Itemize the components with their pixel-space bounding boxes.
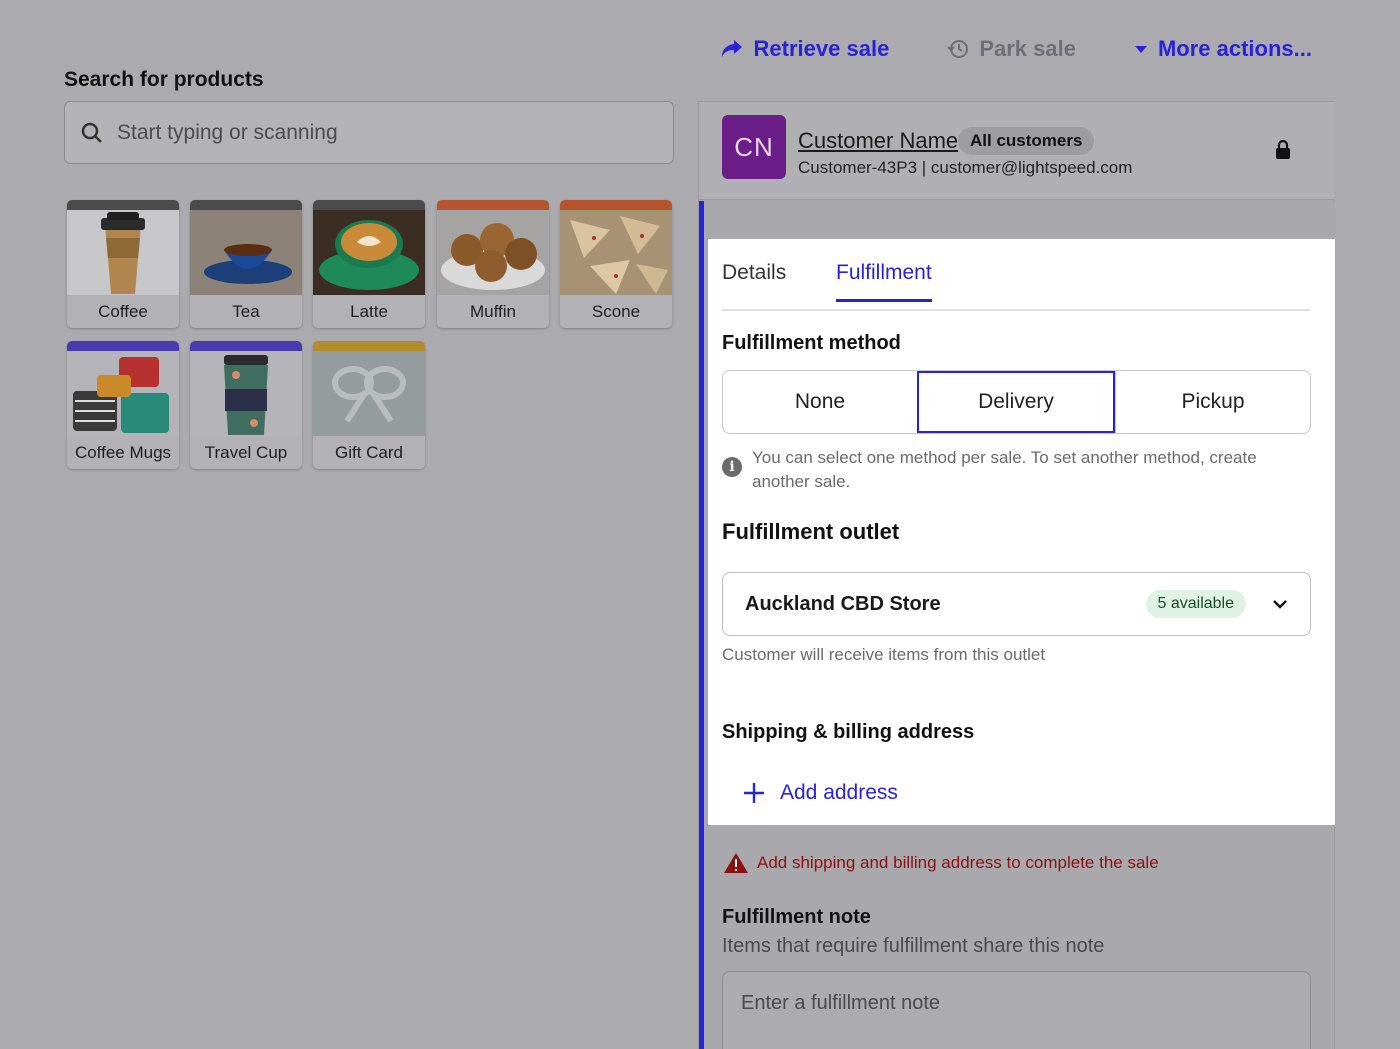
search-label: Search for products — [64, 68, 264, 91]
customer-group-badge: All customers — [958, 127, 1095, 155]
fulfillment-card: Details Fulfillment Fulfillment method N… — [708, 239, 1335, 825]
tile-stripe — [313, 200, 425, 210]
coffee-cup-icon — [67, 210, 179, 295]
divider-strip — [704, 201, 1335, 239]
tab-fulfillment[interactable]: Fulfillment — [836, 261, 932, 302]
retrieve-sale-label: Retrieve sale — [753, 36, 890, 61]
plus-icon — [744, 783, 764, 803]
gift-bow-icon — [313, 351, 425, 436]
mugs-icon — [67, 351, 179, 436]
outlet-select[interactable]: Auckland CBD Store 5 available — [722, 572, 1311, 636]
search-icon — [81, 122, 102, 143]
sale-panel: CN Customer Name All customers Customer-… — [698, 101, 1335, 1049]
tile-stripe — [313, 341, 425, 351]
method-pickup-button[interactable]: Pickup — [1115, 371, 1310, 433]
tab-bar: Details Fulfillment — [722, 261, 1310, 311]
info-icon: i — [722, 457, 742, 477]
product-tile-travel-cup[interactable]: Travel Cup — [190, 341, 302, 469]
warning-icon — [724, 853, 748, 873]
tile-stripe — [437, 200, 549, 210]
park-sale-button[interactable]: Park sale — [947, 36, 1076, 62]
muffin-icon — [437, 210, 549, 295]
fulfillment-note-input[interactable] — [741, 992, 1292, 1049]
product-tile-latte[interactable]: Latte — [313, 200, 425, 328]
product-label: Latte — [350, 302, 388, 321]
product-label: Scone — [591, 302, 641, 321]
fulfillment-outlet-title: Fulfillment outlet — [722, 519, 900, 544]
product-tile-tea[interactable]: Tea — [190, 200, 302, 328]
tile-stripe — [560, 200, 672, 210]
product-tile-muffin[interactable]: Muffin — [437, 200, 549, 328]
chevron-down-icon — [1273, 600, 1287, 609]
tile-stripe — [190, 200, 302, 210]
search-box[interactable] — [64, 101, 674, 164]
tile-stripe — [67, 200, 179, 210]
method-none-button[interactable]: None — [723, 371, 917, 433]
product-label: Gift Card — [334, 443, 404, 462]
park-sale-label: Park sale — [979, 36, 1076, 61]
fulfillment-note-title: Fulfillment note — [722, 906, 871, 928]
product-label: Coffee Mugs — [74, 443, 172, 462]
more-actions-label: More actions... — [1157, 36, 1312, 61]
accent-bar — [699, 201, 704, 1049]
warning-text: Add shipping and billing address to comp… — [757, 853, 1159, 872]
product-tile-gift-card[interactable]: Gift Card — [313, 341, 425, 469]
address-title: Shipping & billing address — [722, 721, 975, 743]
tea-cup-icon — [190, 210, 302, 295]
fulfillment-method-title: Fulfillment method — [722, 332, 901, 354]
tile-stripe — [67, 341, 179, 351]
tab-details[interactable]: Details — [722, 261, 786, 299]
more-actions-button[interactable]: More actions... — [1134, 36, 1312, 62]
method-info: i You can select one method per sale. To… — [722, 446, 1282, 494]
fulfillment-note-box — [722, 971, 1311, 1049]
fulfillment-note-subtitle: Items that require fulfillment share thi… — [722, 935, 1105, 957]
add-address-button[interactable]: Add address — [742, 781, 898, 805]
caret-down-icon — [1134, 46, 1147, 53]
product-tile-coffee-mugs[interactable]: Coffee Mugs — [67, 341, 179, 469]
top-actions: Retrieve sale Park sale More actions... — [720, 36, 1312, 62]
product-tile-coffee[interactable]: Coffee — [67, 200, 179, 328]
product-label: Muffin — [470, 302, 516, 321]
tile-stripe — [190, 341, 302, 351]
outlet-name: Auckland CBD Store — [745, 592, 941, 615]
address-warning: Add shipping and billing address to comp… — [723, 852, 1159, 874]
customer-details: Customer-43P3 | customer@lightspeed.com — [798, 158, 1133, 177]
product-tile-scone[interactable]: Scone — [560, 200, 672, 328]
lock-icon[interactable] — [1275, 140, 1291, 160]
product-label: Coffee — [98, 302, 148, 321]
method-delivery-button[interactable]: Delivery — [917, 371, 1115, 433]
customer-name-link[interactable]: Customer Name — [798, 128, 958, 154]
product-label: Travel Cup — [204, 443, 288, 462]
method-info-text: You can select one method per sale. To s… — [752, 448, 1257, 491]
add-address-label: Add address — [780, 781, 898, 804]
share-arrow-icon — [721, 40, 742, 57]
travel-cup-icon — [190, 351, 302, 436]
scone-icon — [560, 210, 672, 295]
avatar[interactable]: CN — [722, 115, 786, 179]
search-input[interactable] — [117, 120, 637, 145]
product-label: Tea — [232, 302, 260, 321]
latte-icon — [313, 210, 425, 295]
history-icon — [947, 40, 969, 58]
customer-header: CN Customer Name All customers Customer-… — [699, 102, 1335, 200]
outlet-hint: Customer will receive items from this ou… — [722, 645, 1046, 664]
retrieve-sale-button[interactable]: Retrieve sale — [720, 36, 890, 62]
fulfillment-method-selector: None Delivery Pickup — [722, 370, 1311, 434]
availability-badge: 5 available — [1145, 590, 1246, 618]
